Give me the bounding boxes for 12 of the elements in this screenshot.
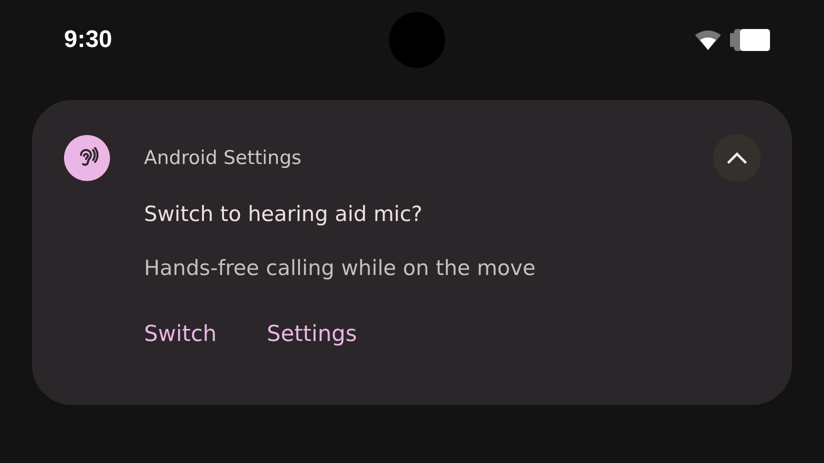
wifi-icon: [694, 29, 722, 51]
battery-icon: [730, 28, 770, 52]
notification-text: Hands-free calling while on the move: [144, 256, 537, 280]
clock-time: 9:30: [64, 26, 114, 54]
collapse-button[interactable]: [713, 134, 761, 182]
ear-icon: [64, 135, 110, 181]
action-button[interactable]: Switch: [144, 322, 217, 347]
chevron-icon: [726, 151, 748, 165]
action-button[interactable]: Settings: [266, 322, 357, 347]
app-name: Android Settings: [144, 147, 302, 169]
notification-title: Switch to hearing aid mic?: [144, 202, 424, 226]
notification-card[interactable]: Android Settings Switch to hearing aid mic? Hands-free calling while on the move Switch Settings: [32, 100, 792, 405]
